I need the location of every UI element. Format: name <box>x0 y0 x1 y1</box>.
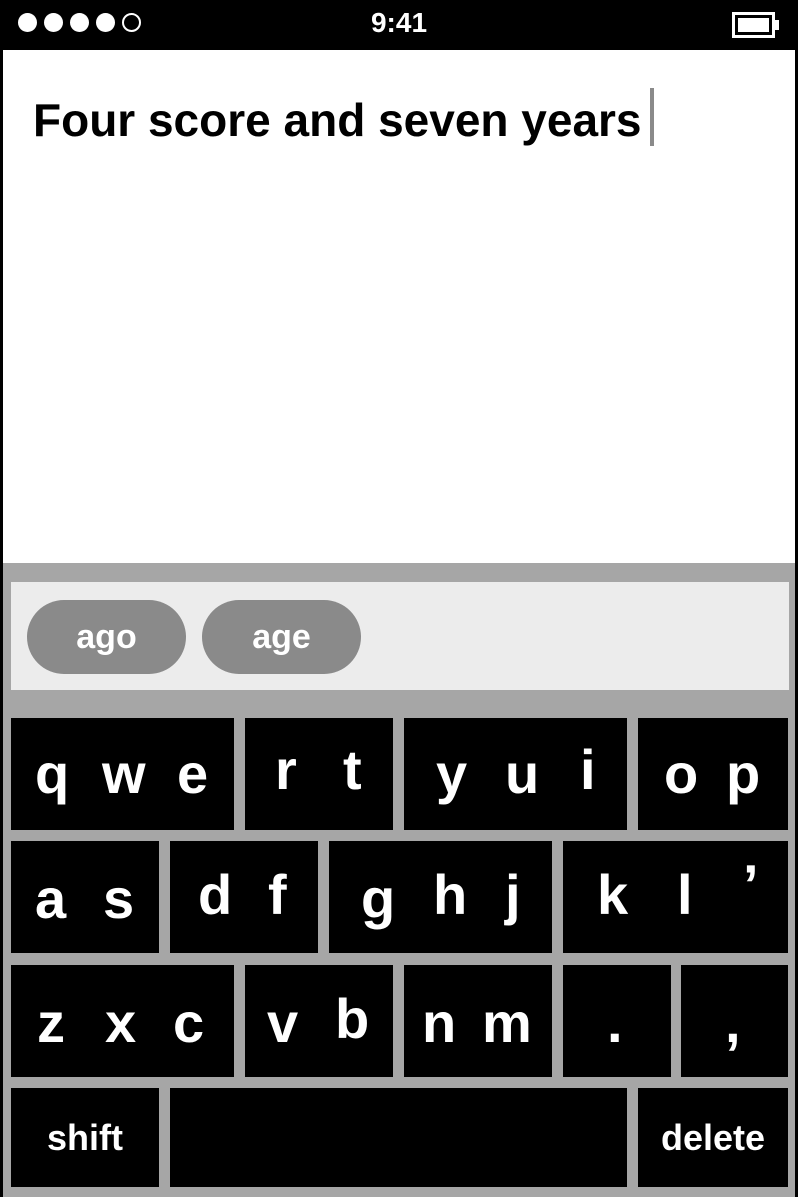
key-label: n <box>422 991 457 1054</box>
key-label: w <box>102 742 146 805</box>
suggestion-ago[interactable]: ago <box>27 600 186 674</box>
key-label: c <box>173 991 205 1054</box>
text-cursor <box>649 88 654 146</box>
key-label: x <box>105 991 137 1054</box>
delete-key[interactable]: delete <box>638 1088 788 1187</box>
key-ghj[interactable]: g h j <box>329 841 552 953</box>
key-label: ’ <box>743 853 759 916</box>
text-editor[interactable]: Four score and seven years <box>3 50 795 563</box>
key-label: g <box>361 867 396 930</box>
key-label: t <box>343 738 362 801</box>
key-label: i <box>580 738 596 801</box>
key-comma[interactable]: , <box>681 965 788 1077</box>
key-label: q <box>35 742 70 805</box>
key-label: d <box>198 863 233 926</box>
key-label: s <box>103 867 135 930</box>
key-label: z <box>37 991 65 1054</box>
key-df[interactable]: d f <box>170 841 318 953</box>
key-label: f <box>268 863 287 926</box>
status-time: 9:41 <box>370 7 428 38</box>
key-label: m <box>482 991 532 1054</box>
key-label: p <box>726 742 761 805</box>
key-label: , <box>725 991 741 1054</box>
key-label: e <box>177 742 209 805</box>
key-kl-apostrophe[interactable]: k l ’ <box>563 841 788 953</box>
key-yui[interactable]: y u i <box>404 718 627 830</box>
key-zxc[interactable]: z x c <box>11 965 234 1077</box>
key-qwe[interactable]: q w e <box>11 718 234 830</box>
key-label: u <box>505 742 540 805</box>
suggestion-age[interactable]: age <box>202 600 361 674</box>
suggestion-bar: ago age <box>11 582 789 690</box>
key-op[interactable]: o p <box>638 718 788 830</box>
key-label: r <box>275 738 297 801</box>
keyboard: ago age q w e r t y u i o p a s d f g h … <box>3 563 795 1197</box>
key-period[interactable]: . <box>563 965 671 1077</box>
shift-key[interactable]: shift <box>11 1088 159 1187</box>
battery-icon <box>732 12 780 43</box>
key-label: o <box>664 742 699 805</box>
key-vb[interactable]: v b <box>245 965 393 1077</box>
key-label: h <box>433 863 468 926</box>
space-key[interactable] <box>170 1088 627 1187</box>
key-label: j <box>505 863 521 926</box>
key-label: v <box>267 991 299 1054</box>
key-label: l <box>677 863 693 926</box>
key-label: a <box>35 867 67 930</box>
document-text: Four score and seven years <box>33 94 642 146</box>
key-label: . <box>607 991 623 1054</box>
key-rt[interactable]: r t <box>245 718 393 830</box>
key-label: k <box>597 863 629 926</box>
key-as[interactable]: a s <box>11 841 159 953</box>
key-label: y <box>436 742 468 805</box>
status-bar: 9:41 <box>0 0 798 48</box>
key-nm[interactable]: n m <box>404 965 552 1077</box>
key-label: b <box>335 987 370 1050</box>
document-text-line: Four score and seven years <box>33 88 654 147</box>
